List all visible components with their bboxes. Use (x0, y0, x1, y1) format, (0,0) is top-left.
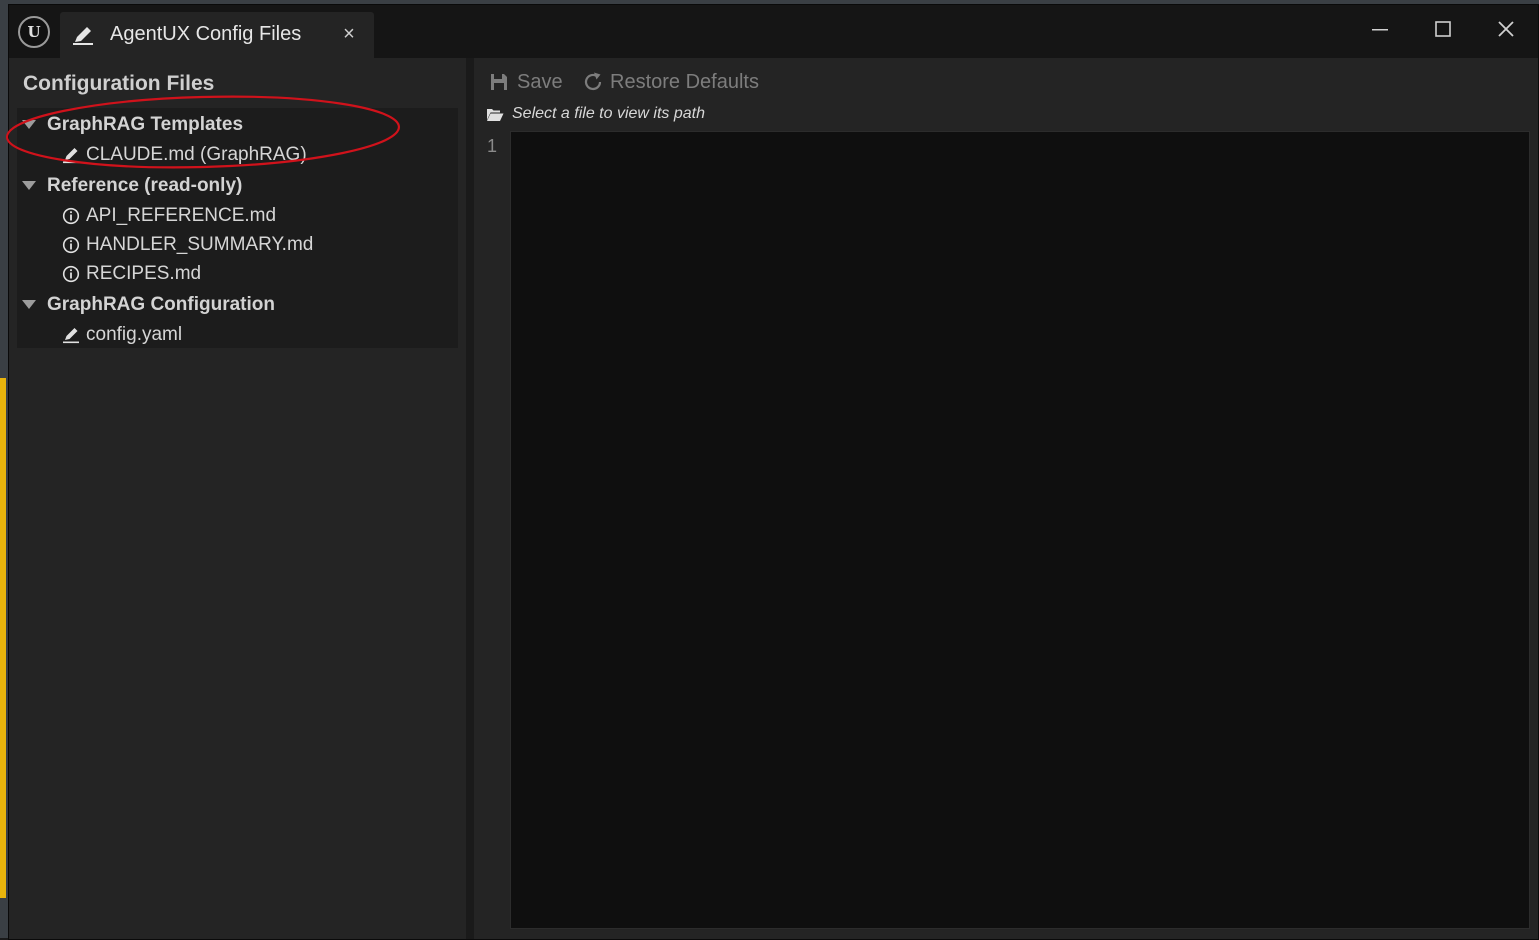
tree-item-label: RECIPES.md (86, 263, 202, 284)
tab-agentux-config-files[interactable]: AgentUX Config Files × (60, 12, 374, 58)
tree-group-label: GraphRAG Configuration (47, 294, 275, 315)
tree-group-reference[interactable]: Reference (read-only) (17, 171, 458, 201)
title-bar[interactable]: U AgentUX Config Files × (9, 5, 1538, 58)
tree-item-config-yaml[interactable]: config.yaml (17, 320, 458, 349)
maximize-icon (1435, 21, 1451, 37)
config-files-window: U AgentUX Config Files × Configuration F… (5, 4, 1539, 940)
tree-item-label: HANDLER_SUMMARY.md (86, 234, 314, 255)
config-files-panel: Configuration Files GraphRAG Templates C… (5, 58, 466, 939)
tree-item-api-reference[interactable]: API_REFERENCE.md (17, 201, 458, 230)
panel-splitter[interactable] (466, 58, 474, 939)
minimize-button[interactable] (1357, 11, 1403, 47)
logo-glyph: U (27, 23, 41, 41)
tree-item-claude-md[interactable]: CLAUDE.md (GraphRAG) (17, 140, 458, 169)
pencil-icon (73, 27, 93, 45)
tree-item-label: config.yaml (86, 324, 183, 345)
expand-arrow-icon[interactable] (22, 120, 36, 129)
close-icon (1498, 21, 1514, 37)
folder-open-icon (487, 108, 504, 121)
tree-item-handler-summary[interactable]: HANDLER_SUMMARY.md (17, 230, 458, 259)
file-editor[interactable] (510, 131, 1530, 929)
window-body: Configuration Files GraphRAG Templates C… (5, 58, 1538, 939)
close-window-button[interactable] (1483, 11, 1529, 47)
save-label: Save (517, 70, 563, 93)
tree-item-label: API_REFERENCE.md (86, 205, 277, 226)
tree-group-graphrag-configuration[interactable]: GraphRAG Configuration (17, 290, 458, 320)
tab-title: AgentUX Config Files (110, 23, 302, 45)
floppy-disk-icon (491, 74, 507, 90)
restore-defaults-button[interactable]: Restore Defaults (582, 68, 759, 96)
file-tree: GraphRAG Templates CLAUDE.md (GraphRAG) … (17, 108, 458, 348)
tree-group-label: GraphRAG Templates (47, 114, 244, 135)
tree-group-label: Reference (read-only) (47, 175, 243, 196)
file-path-text: Select a file to view its path (512, 105, 705, 122)
maximize-button[interactable] (1420, 11, 1466, 47)
refresh-icon (584, 72, 602, 91)
file-path-bar: Select a file to view its path (486, 102, 705, 126)
panel-title: Configuration Files (23, 72, 215, 95)
minimize-icon (1372, 29, 1388, 31)
background-window-edge (0, 378, 6, 898)
save-button[interactable]: Save (489, 68, 563, 96)
tree-item-recipes[interactable]: RECIPES.md (17, 259, 458, 288)
editor-panel: Save Restore Defaults Select a file to v… (474, 58, 1538, 939)
pencil-icon (63, 148, 79, 164)
tree-item-label: CLAUDE.md (GraphRAG) (86, 144, 307, 165)
restore-defaults-label: Restore Defaults (610, 70, 759, 93)
info-icon (62, 207, 80, 225)
expand-arrow-icon[interactable] (22, 300, 36, 309)
unreal-logo-icon[interactable]: U (18, 16, 50, 48)
tree-group-graphrag-templates[interactable]: GraphRAG Templates (17, 110, 458, 140)
pencil-icon (63, 328, 79, 344)
line-number: 1 (487, 136, 498, 156)
info-icon (62, 265, 80, 283)
expand-arrow-icon[interactable] (22, 181, 36, 190)
info-icon (62, 236, 80, 254)
tab-close-button[interactable]: × (339, 23, 359, 46)
